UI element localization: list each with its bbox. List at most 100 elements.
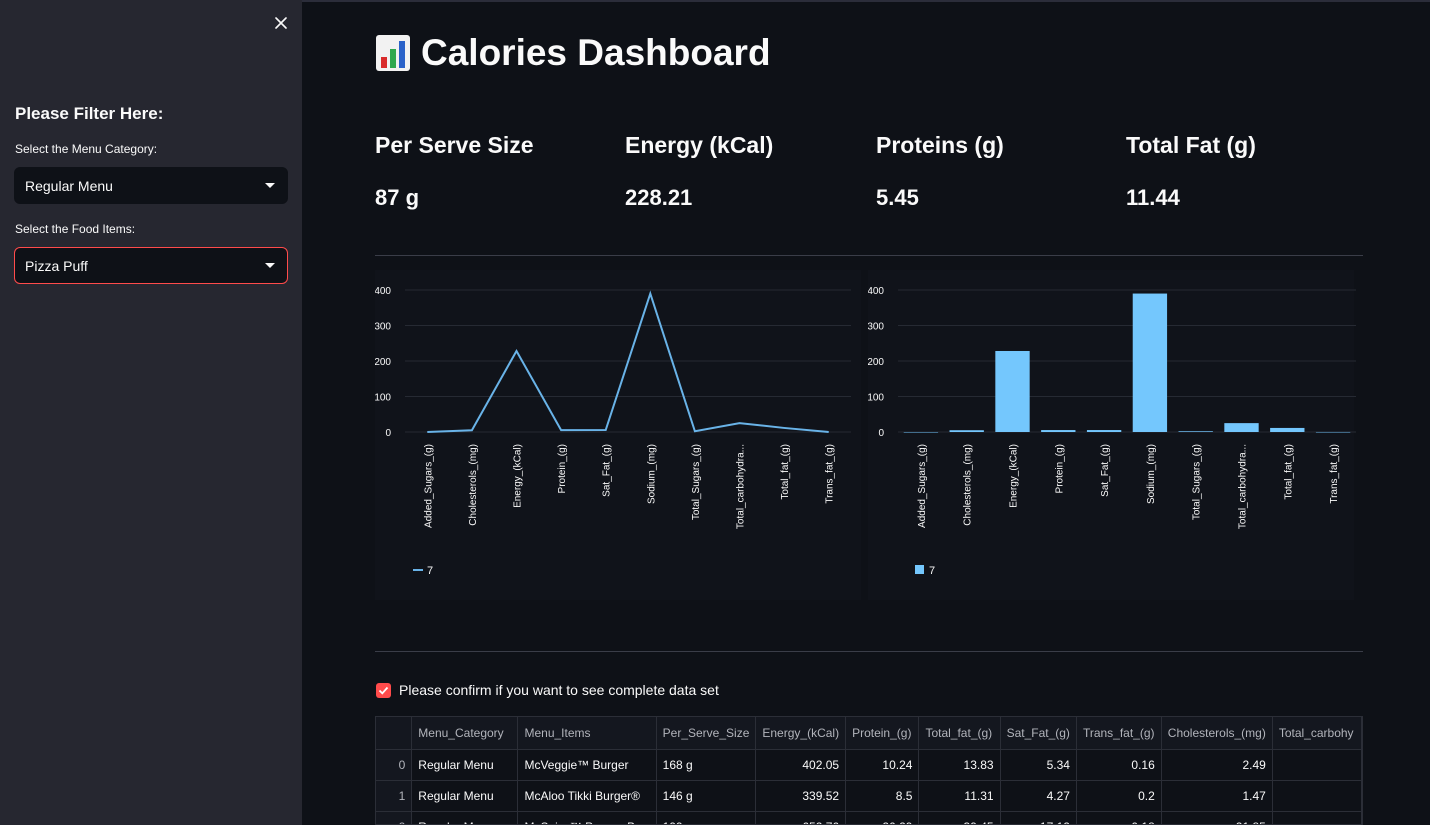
- category-select-value: Regular Menu: [25, 177, 113, 194]
- bar: [1041, 430, 1076, 432]
- close-sidebar-button[interactable]: [271, 13, 291, 33]
- table-cell: 168 g: [656, 749, 757, 781]
- column-header[interactable]: Cholesterols_(mg): [1161, 717, 1273, 750]
- column-header[interactable]: Energy_(kCal): [755, 717, 847, 750]
- column-header[interactable]: Total_fat_(g): [918, 717, 1001, 750]
- y-tick-label: 0: [385, 428, 391, 439]
- divider: [375, 651, 1363, 652]
- row-index: 1: [376, 780, 413, 812]
- metric-fat-value: 11.44: [1126, 185, 1180, 210]
- page-title-text: Calories Dashboard: [421, 32, 771, 73]
- table-cell: 1.47: [1161, 780, 1273, 812]
- legend-label: 7: [427, 565, 433, 577]
- table-cell: 20.29: [845, 811, 920, 824]
- y-tick-label: 200: [868, 357, 884, 368]
- table-cell: 0.2: [1076, 780, 1162, 812]
- food-items-label: Select the Food Items:: [15, 222, 136, 236]
- table-cell: Regular Menu: [411, 811, 519, 824]
- x-tick-label: Total_carbohydra...: [1238, 444, 1249, 529]
- x-tick-label: Added_Sugars_(g): [423, 444, 434, 528]
- column-header[interactable]: [376, 717, 413, 750]
- bar: [995, 350, 1030, 432]
- y-tick-label: 400: [375, 286, 391, 297]
- x-tick-label: Sodium_(mg): [1146, 444, 1157, 504]
- food-items-select-value: Pizza Puff: [25, 257, 88, 274]
- column-header[interactable]: Per_Serve_Size: [656, 717, 757, 750]
- series-line: [427, 290, 829, 433]
- x-tick-label: Total_fat_(g): [1283, 444, 1294, 500]
- metric-proteins-label: Proteins (g): [876, 132, 1004, 158]
- column-header[interactable]: Menu_Category: [411, 717, 519, 750]
- table-cell: 8.5: [845, 780, 920, 812]
- food-items-select[interactable]: Pizza Puff: [14, 247, 288, 284]
- bar: [1315, 431, 1351, 433]
- bar-chart-icon: [376, 35, 410, 71]
- x-tick-label: Cholesterols_(mg): [468, 444, 479, 526]
- category-select[interactable]: Regular Menu: [14, 167, 288, 204]
- y-tick-label: 300: [868, 322, 884, 333]
- metric-energy-label: Energy (kCal): [625, 132, 774, 158]
- data-table[interactable]: Menu_Category Menu_Items Per_Serve_Size Ene…: [375, 716, 1363, 825]
- table-cell: 4.27: [1000, 780, 1077, 812]
- metric-energy-value: 228.21: [625, 185, 693, 210]
- table-cell: 0.18: [1076, 811, 1162, 824]
- bar: [1178, 431, 1213, 432]
- table-cell: Regular Menu: [411, 749, 519, 781]
- table-cell: 199: [656, 811, 757, 824]
- x-tick-label: Sat_Fat_(g): [1100, 444, 1111, 497]
- x-tick-label: Total_Sugars_(g): [691, 444, 702, 520]
- column-header[interactable]: Total_carbohy: [1272, 717, 1362, 750]
- confirm-label: Please confirm if you want to see comple…: [399, 682, 719, 698]
- row-index: 0: [376, 749, 413, 781]
- table-cell: [1272, 749, 1362, 781]
- bar-chart: 400 300 200 100 0 Added_Sugars_(g) Cholesterol…: [868, 270, 1356, 600]
- table-cell: 146 g: [656, 780, 757, 812]
- column-header[interactable]: Sat_Fat_(g): [1000, 717, 1077, 750]
- table-cell: Regular Menu: [411, 780, 519, 812]
- table-cell: McSpicy™ Paneer Bu: [517, 811, 657, 824]
- x-tick-label: Cholesterols_(mg): [963, 444, 974, 526]
- table-cell: 339.52: [755, 780, 847, 812]
- table-row[interactable]: 1 Regular Menu McAloo Tikki Burger® 146 g 33…: [376, 780, 1362, 812]
- close-icon: [275, 17, 287, 29]
- divider: [375, 255, 1363, 256]
- y-tick-label: 100: [375, 393, 391, 404]
- table-cell: [1272, 780, 1362, 812]
- y-tick-label: 200: [375, 357, 391, 368]
- x-tick-label: Energy_(kCal): [1009, 444, 1020, 508]
- chevron-down-icon: [265, 183, 275, 188]
- chevron-down-icon: [265, 263, 275, 268]
- metric-fat-label: Total Fat (g): [1126, 132, 1256, 158]
- page-title: Calories Dashboard: [375, 32, 771, 74]
- table-cell: 10.24: [845, 749, 920, 781]
- category-label: Select the Menu Category:: [15, 142, 158, 156]
- sidebar: Please Filter Here: Select the Menu Cate…: [0, 0, 302, 825]
- x-tick-label: Total_carbohydra...: [736, 444, 747, 529]
- check-icon: [378, 686, 389, 695]
- column-header[interactable]: Menu_Items: [517, 717, 657, 750]
- line-chart-svg: 400 300 200 100 0 Added_Sugars_(g) Cholesterol…: [375, 286, 851, 577]
- table-cell: 13.83: [918, 749, 1001, 781]
- x-tick-label: Total_Sugars_(g): [1192, 444, 1203, 520]
- table-cell: McAloo Tikki Burger®: [517, 780, 657, 812]
- metric-proteins-value: 5.45: [876, 185, 919, 210]
- bar: [903, 432, 939, 433]
- metric-serve-size-label: Per Serve Size: [375, 132, 534, 158]
- legend-swatch: [915, 565, 924, 574]
- x-tick-label: Sat_Fat_(g): [602, 444, 613, 497]
- column-header[interactable]: Trans_fat_(g): [1076, 717, 1162, 750]
- table-row[interactable]: 0 Regular Menu McVeggie™ Burger 168 g 402.05…: [376, 749, 1362, 781]
- column-header[interactable]: Protein_(g): [845, 717, 920, 750]
- line-chart: 400 300 200 100 0 Added_Sugars_(g) Cholesterol…: [375, 270, 861, 600]
- table-row[interactable]: 2Regular MenuMcSpicy™ Paneer Bu199652.76…: [376, 811, 1362, 824]
- table-cell: 21.85: [1161, 811, 1273, 824]
- y-tick-label: 100: [868, 393, 884, 404]
- table-cell: 652.76: [755, 811, 847, 824]
- confirm-checkbox-row[interactable]: Please confirm if you want to see comple…: [376, 682, 719, 698]
- x-tick-label: Protein_(g): [1054, 444, 1065, 493]
- confirm-checkbox[interactable]: [376, 682, 391, 698]
- x-tick-label: Trans_fat_(g): [1329, 444, 1340, 504]
- x-tick-label: Protein_(g): [557, 444, 568, 493]
- y-tick-label: 300: [375, 322, 391, 333]
- data-table-grid: Menu_Category Menu_Items Per_Serve_Size Ene…: [376, 717, 1362, 824]
